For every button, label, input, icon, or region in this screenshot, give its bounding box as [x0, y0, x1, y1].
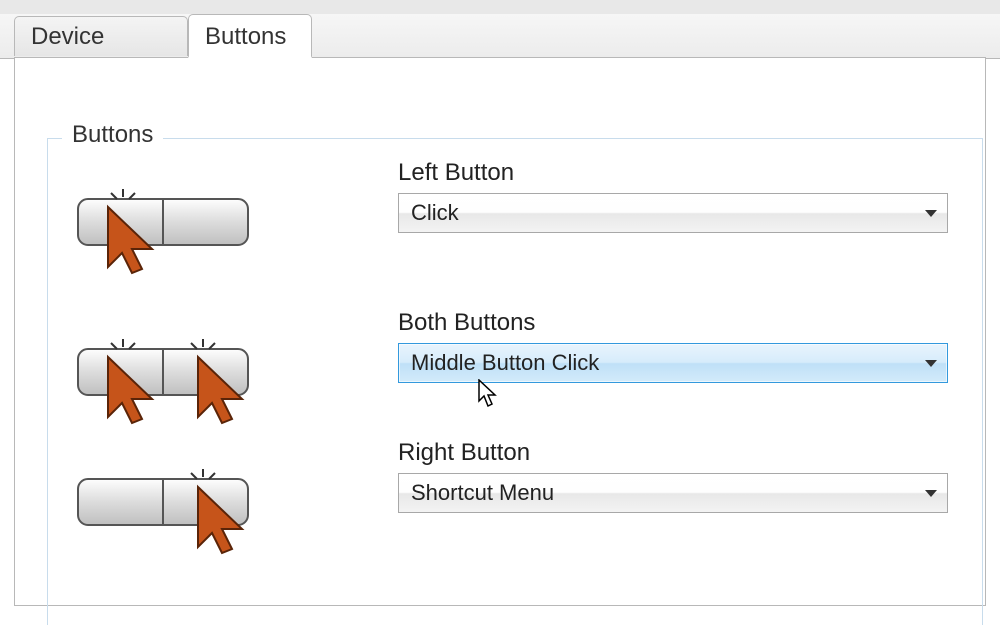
chevron-down-icon	[925, 490, 937, 497]
select-value: Middle Button Click	[411, 350, 599, 375]
settings-window: Device Select Buttons Buttons	[0, 0, 1000, 626]
fieldset-legend: Buttons	[62, 121, 163, 149]
tab-page-buttons: Buttons	[14, 57, 986, 606]
select-value: Shortcut Menu	[411, 480, 554, 505]
right-button-label: Right Button	[398, 439, 962, 467]
row-left-button: Left Button Click	[68, 159, 962, 279]
buttons-fieldset: Buttons	[47, 138, 983, 625]
chevron-down-icon	[925, 210, 937, 217]
mouse-both-icon	[68, 339, 278, 429]
window-titlebar-strip	[0, 0, 1000, 15]
row-right-button: Right Button Shortcut Menu	[68, 439, 962, 559]
tab-device-select[interactable]: Device Select	[14, 16, 188, 56]
left-button-label: Left Button	[398, 159, 962, 187]
both-buttons-label: Both Buttons	[398, 309, 962, 337]
select-value: Click	[411, 200, 459, 225]
right-button-select[interactable]: Shortcut Menu	[398, 473, 948, 513]
left-button-select[interactable]: Click	[398, 193, 948, 233]
tab-label: Buttons	[205, 23, 286, 50]
chevron-down-icon	[925, 360, 937, 367]
row-both-buttons: Both Buttons Middle Button Click	[68, 309, 962, 429]
both-buttons-select[interactable]: Middle Button Click	[398, 343, 948, 383]
mouse-left-icon	[68, 189, 278, 279]
tab-bar: Device Select Buttons	[0, 14, 1000, 59]
mouse-right-icon	[68, 469, 278, 559]
mouse-cursor-icon	[478, 379, 500, 414]
tab-buttons[interactable]: Buttons	[188, 14, 312, 58]
